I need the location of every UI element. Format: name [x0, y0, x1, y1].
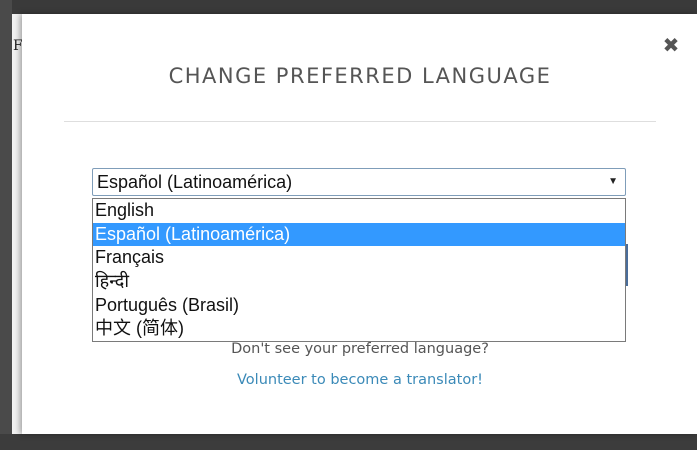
page-backdrop-bottom — [0, 434, 697, 450]
language-option-francais[interactable]: Français — [93, 246, 625, 270]
page-backdrop-top — [0, 0, 697, 14]
close-icon[interactable]: ✖ — [660, 34, 682, 56]
language-option-portugues[interactable]: Português (Brasil) — [93, 294, 625, 318]
dropdown-arrow-icon[interactable]: ▼ — [608, 169, 618, 195]
language-option-chinese[interactable]: 中文 (简体) — [93, 317, 625, 341]
language-option-espanol[interactable]: Español (Latinoamérica) — [93, 222, 625, 247]
modal-title: CHANGE PREFERRED LANGUAGE — [168, 64, 552, 88]
title-divider — [64, 121, 656, 122]
language-select-value: Español (Latinoamérica) — [97, 172, 293, 192]
missing-language-prompt: Don't see your preferred language? — [231, 341, 489, 357]
language-option-hindi[interactable]: हिन्दी — [93, 270, 625, 294]
volunteer-translator-link[interactable]: Volunteer to become a translator! — [64, 372, 656, 388]
language-dropdown-list[interactable]: English Español (Latinoamérica) Français… — [92, 198, 626, 343]
language-option-english[interactable]: English — [93, 199, 625, 223]
language-select[interactable]: Español (Latinoamérica) ▼ — [92, 168, 626, 196]
page-backdrop-left — [0, 0, 12, 450]
